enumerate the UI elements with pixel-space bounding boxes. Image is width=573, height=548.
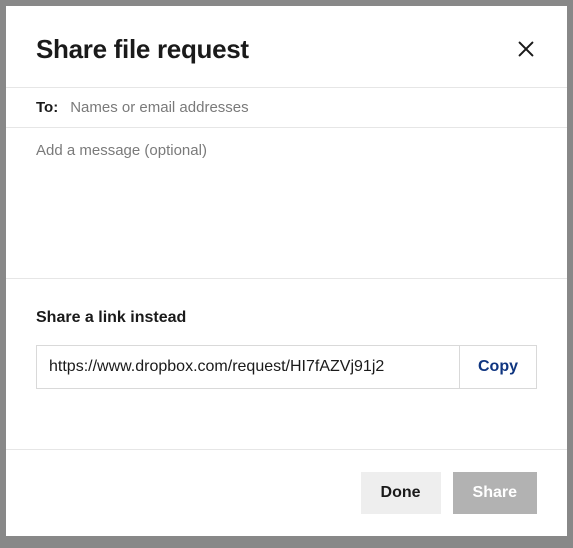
- copy-button[interactable]: Copy: [459, 346, 536, 388]
- modal-header: Share file request: [6, 6, 567, 87]
- share-button[interactable]: Share: [453, 472, 537, 514]
- share-link-heading: Share a link instead: [36, 309, 537, 327]
- to-label: To:: [36, 99, 58, 116]
- close-icon[interactable]: [515, 38, 537, 60]
- modal-footer: Done Share: [6, 449, 567, 536]
- done-button[interactable]: Done: [361, 472, 441, 514]
- share-link-input[interactable]: [37, 346, 459, 388]
- message-area: [6, 128, 567, 278]
- recipients-input[interactable]: [70, 99, 537, 116]
- message-input[interactable]: [36, 142, 537, 264]
- share-file-request-modal: Share file request To: Share a link inst…: [6, 6, 567, 536]
- share-link-section: Share a link instead Copy: [6, 278, 567, 413]
- close-icon-svg: [515, 38, 537, 60]
- share-link-row: Copy: [36, 345, 537, 389]
- modal-title: Share file request: [36, 34, 249, 65]
- to-row: To:: [6, 87, 567, 128]
